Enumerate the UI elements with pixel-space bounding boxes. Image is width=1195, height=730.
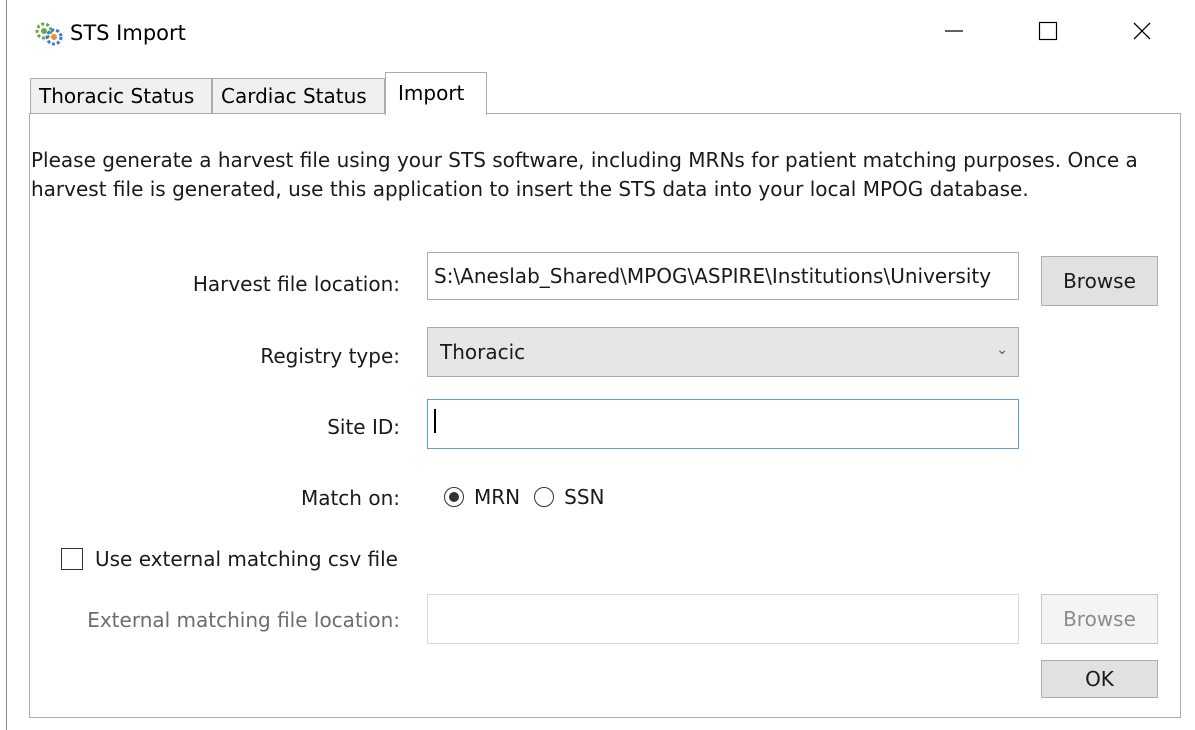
site-id-input[interactable] (427, 399, 1019, 449)
tab-label: Thoracic Status (39, 84, 195, 108)
chevron-down-icon: ⌄ (996, 342, 1008, 358)
match-on-radio-group: MRN SSN (444, 482, 618, 512)
text-caret (434, 409, 436, 433)
radio-mrn-label: MRN (474, 485, 521, 509)
window-title: STS Import (70, 21, 186, 45)
external-file-input[interactable] (427, 594, 1019, 644)
minimize-button[interactable] (921, 8, 987, 58)
window-left-edge (0, 0, 7, 730)
tab-cardiac-status[interactable]: Cardiac Status (212, 78, 385, 114)
browse-label: Browse (1063, 269, 1136, 293)
harvest-file-input[interactable]: S:\Aneslab_Shared\MPOG\ASPIRE\Institutio… (427, 252, 1019, 300)
title-bar: STS Import (7, 0, 1195, 66)
sts-import-window: STS Import Thoracic Status Cardiac Statu… (7, 0, 1195, 730)
ok-button[interactable]: OK (1041, 660, 1158, 698)
registry-type-select[interactable]: Thoracic ⌄ (427, 327, 1019, 377)
maximize-icon (1038, 21, 1058, 45)
harvest-file-value: S:\Aneslab_Shared\MPOG\ASPIRE\Institutio… (434, 264, 992, 288)
harvest-file-label: Harvest file location: (192, 272, 400, 296)
radio-ssn[interactable]: SSN (534, 483, 604, 511)
browse-button[interactable]: Browse (1041, 256, 1158, 306)
site-id-label: Site ID: (327, 415, 400, 439)
close-icon (1132, 21, 1152, 45)
close-button[interactable] (1109, 8, 1175, 58)
registry-type-label: Registry type: (260, 344, 400, 368)
tab-thoracic-status[interactable]: Thoracic Status (30, 78, 212, 114)
radio-mrn[interactable]: MRN (444, 483, 520, 511)
use-external-matching-label: Use external matching csv file (95, 547, 398, 571)
radio-button-unchecked[interactable] (534, 487, 555, 507)
tab-label: Cardiac Status (221, 84, 367, 108)
registry-type-value: Thoracic (440, 340, 526, 364)
external-file-label: External matching file location: (87, 608, 400, 632)
sts-gear-icon (34, 19, 64, 49)
tab-import[interactable]: Import (385, 72, 487, 115)
use-external-matching-row[interactable]: Use external matching csv file (61, 545, 398, 573)
import-description: Please generate a harvest file using you… (31, 148, 1138, 201)
minimize-icon (944, 21, 964, 45)
use-external-matching-checkbox[interactable] (61, 548, 83, 570)
ok-label: OK (1085, 667, 1114, 691)
external-browse-button[interactable]: Browse (1041, 594, 1158, 644)
maximize-button[interactable] (1015, 8, 1081, 58)
match-on-label: Match on: (300, 486, 400, 510)
radio-ssn-label: SSN (564, 485, 605, 509)
external-browse-label: Browse (1063, 607, 1136, 631)
radio-button-checked[interactable] (444, 487, 464, 507)
tab-label: Import (398, 81, 465, 105)
